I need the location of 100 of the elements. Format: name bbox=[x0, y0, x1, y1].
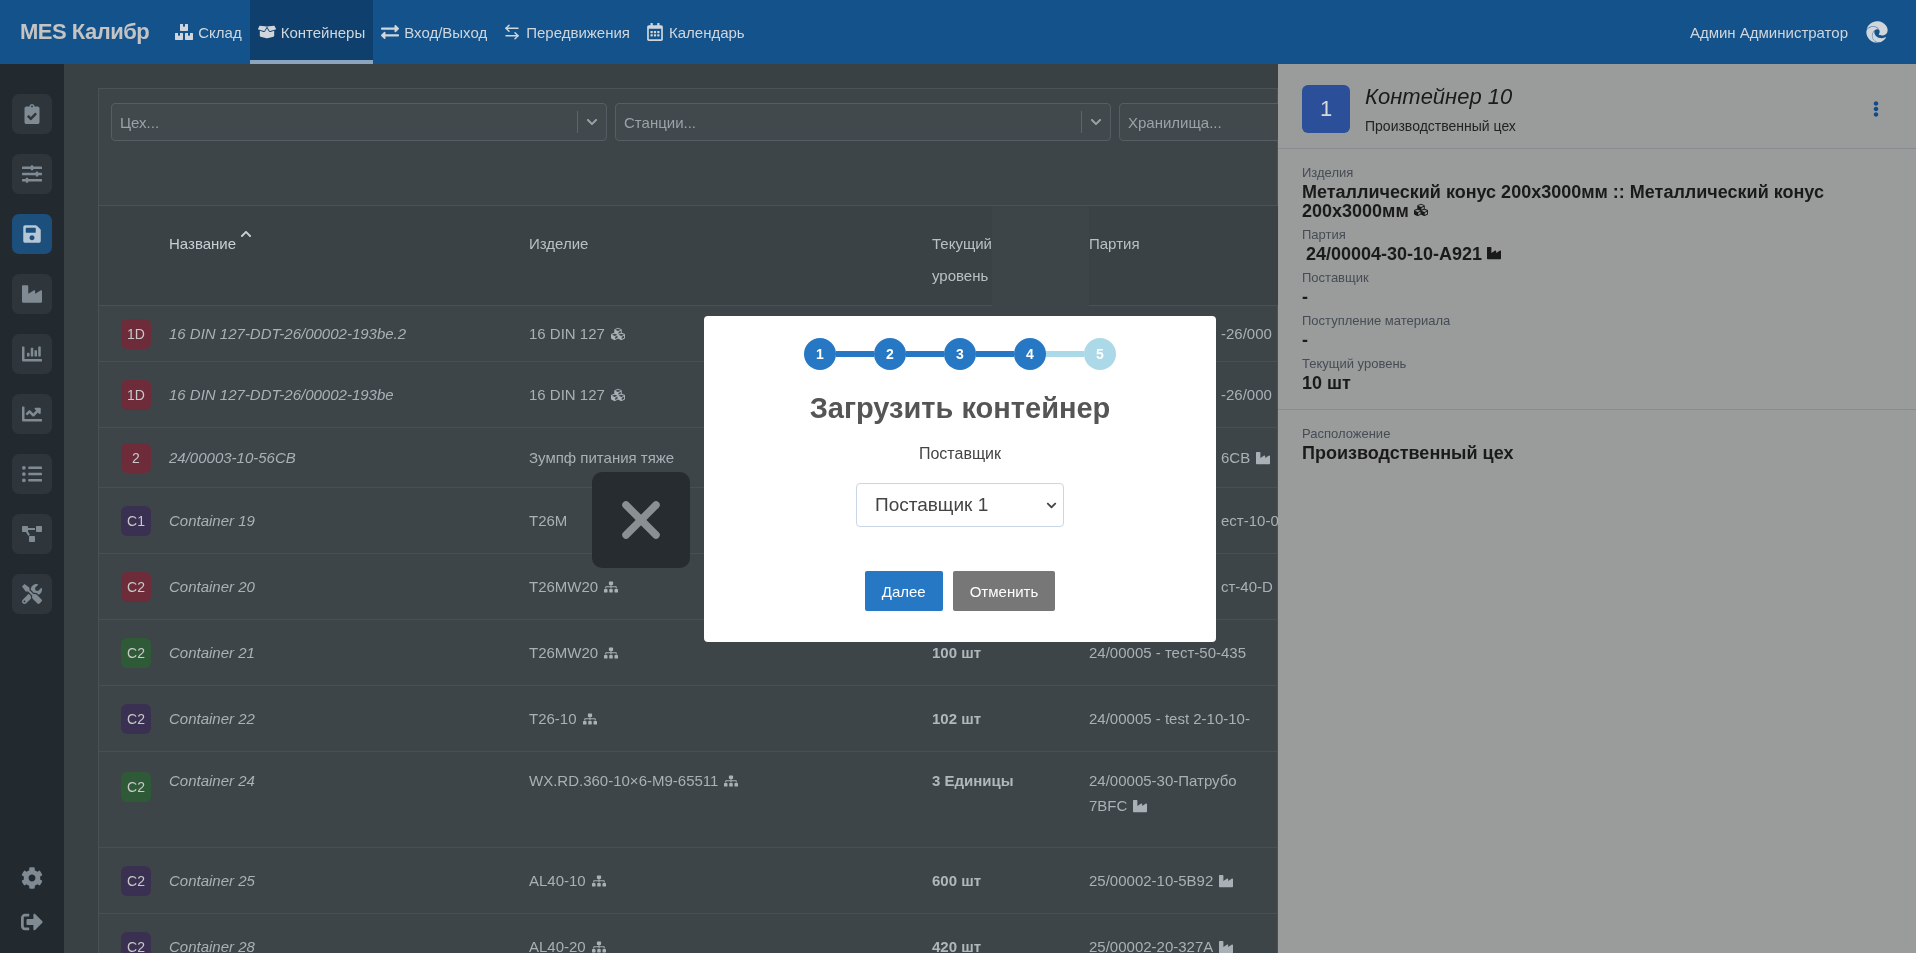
field-label: Изделия bbox=[1302, 165, 1355, 180]
table-cell: 420 шт bbox=[932, 938, 982, 953]
exchange-icon bbox=[381, 23, 400, 41]
field-value: 24/00004-30-10-A921 bbox=[1302, 245, 1892, 264]
table-cell: Container 25 bbox=[169, 872, 255, 889]
table-cell: ест-10-0 bbox=[1221, 512, 1278, 529]
panel-title: Контейнер 10 bbox=[1365, 84, 1514, 110]
placeholder-text: Цех... bbox=[120, 113, 160, 131]
nav-tab[interactable]: Передвижения bbox=[495, 0, 638, 64]
field-label: Поступление материала bbox=[1302, 313, 1452, 328]
table-cell: 6CB bbox=[1221, 449, 1278, 466]
table-cell: 16 DIN 127-DDT-26/00002-193be bbox=[169, 386, 394, 403]
table-cell: 24/00003-10-56CB bbox=[169, 449, 296, 466]
cancel-button[interactable]: Отменить bbox=[952, 571, 1056, 611]
field-value: 10 шт bbox=[1302, 374, 1352, 393]
field-label: Расположение bbox=[1302, 426, 1392, 441]
table-cell: 3 Единицы bbox=[932, 772, 1014, 789]
bar-chart-button[interactable] bbox=[12, 334, 52, 374]
table-cell: Container 24 bbox=[169, 772, 255, 789]
block-icon bbox=[610, 387, 625, 402]
diagram-button[interactable] bbox=[12, 514, 52, 554]
chevron-down-icon bbox=[586, 116, 598, 128]
table-cell: 600 шт bbox=[932, 872, 982, 889]
column-header[interactable]: Партия bbox=[1089, 206, 1278, 306]
calendar-icon bbox=[645, 23, 664, 41]
filter-select[interactable]: Цех... bbox=[111, 103, 607, 141]
table-cell-text: 24/00005 - тест-50-435 bbox=[1089, 644, 1247, 661]
table-cell: 100 шт bbox=[932, 644, 982, 661]
table-cell: Container 21 bbox=[169, 644, 255, 661]
sliders-icon bbox=[22, 164, 42, 184]
modal-title: Загрузить контейнер bbox=[809, 392, 1111, 425]
status-badge: C2 bbox=[121, 703, 151, 734]
field-value: - bbox=[1302, 331, 1309, 350]
logout-icon[interactable] bbox=[21, 911, 43, 933]
block-icon bbox=[1413, 203, 1428, 217]
tools-button[interactable] bbox=[12, 574, 52, 614]
table-cell: 25/00002-20-327A bbox=[1089, 938, 1278, 953]
table-cell: T26MW20 bbox=[529, 644, 619, 661]
nav-tab[interactable]: Склад bbox=[167, 0, 250, 64]
table-cell-text: ст-40-D bbox=[1221, 578, 1274, 595]
filter-select[interactable]: Станции... bbox=[615, 103, 1111, 141]
status-badge: C2 bbox=[121, 931, 151, 953]
table-cell: Зумпф питания тяже bbox=[529, 449, 675, 466]
table-cell: AL40-20 bbox=[529, 938, 606, 953]
table-cell: Container 22 bbox=[169, 710, 255, 727]
list-button[interactable] bbox=[12, 454, 52, 494]
panel-subtitle: Производственный цех bbox=[1365, 118, 1516, 134]
boxes-icon bbox=[604, 645, 619, 660]
diagram-icon bbox=[22, 524, 42, 544]
tools-icon bbox=[22, 584, 42, 604]
table-cell: T26MW20 bbox=[529, 578, 619, 595]
line-chart-icon bbox=[22, 404, 42, 424]
nav-tab[interactable]: Контейнеры bbox=[249, 0, 374, 64]
status-badge: 1D bbox=[121, 379, 151, 410]
field-label: Текущий уровень bbox=[1302, 356, 1408, 371]
factory-button[interactable] bbox=[12, 274, 52, 314]
brand-logo: MES Калибр bbox=[20, 19, 150, 45]
step-indicator: 3 bbox=[944, 338, 976, 370]
status-badge: C2 bbox=[121, 571, 151, 602]
user-name[interactable]: Админ Администратор bbox=[1689, 23, 1848, 41]
field-value: - bbox=[1302, 288, 1309, 307]
table-cell-text: 24/00005 - test 2-10-10- bbox=[1089, 710, 1251, 727]
table-cell: T26M bbox=[529, 512, 568, 529]
placeholder-text: Хранилища... bbox=[1128, 113, 1222, 131]
table-cell: Container 28 bbox=[169, 938, 255, 953]
next-button[interactable]: Далее bbox=[864, 571, 943, 611]
swirl-icon[interactable] bbox=[1866, 21, 1888, 43]
step-indicator: 5 bbox=[1084, 338, 1116, 370]
container-badge: 1 bbox=[1302, 85, 1350, 133]
table-cell: 16 DIN 127 bbox=[529, 325, 625, 342]
step-indicator: 4 bbox=[1014, 338, 1046, 370]
factory-icon bbox=[1487, 246, 1502, 260]
factory-icon bbox=[1219, 873, 1234, 888]
status-badge: 1D bbox=[121, 318, 151, 349]
factory-icon bbox=[1256, 450, 1271, 465]
settings-icon[interactable] bbox=[21, 867, 43, 889]
table-cell: 16 DIN 127-DDT-26/00002-193be.2 bbox=[169, 325, 407, 342]
step-indicator: 2 bbox=[874, 338, 906, 370]
boxes-icon bbox=[591, 873, 606, 888]
nav-tab[interactable]: Календарь bbox=[637, 0, 753, 64]
list-icon bbox=[22, 464, 42, 484]
field-label: Поставщик bbox=[1302, 270, 1370, 285]
close-button[interactable] bbox=[592, 472, 690, 568]
table-cell: WX.RD.360-10×6-M9-65511 bbox=[529, 772, 739, 789]
boxes-icon bbox=[604, 579, 619, 594]
table-cell: AL40-10 bbox=[529, 872, 606, 889]
sliders-button[interactable] bbox=[12, 154, 52, 194]
supplier-select[interactable]: Поставщик 1 bbox=[856, 483, 1064, 527]
line-chart-button[interactable] bbox=[12, 394, 52, 434]
save-button[interactable] bbox=[12, 214, 52, 254]
status-badge: 2 bbox=[121, 442, 151, 473]
chevron-down-icon bbox=[1090, 116, 1102, 128]
table-cell: T26-10 bbox=[529, 710, 597, 727]
clipboard-button[interactable] bbox=[12, 94, 52, 134]
status-badge: C2 bbox=[121, 772, 151, 802]
status-badge: C2 bbox=[121, 637, 151, 668]
filter-select[interactable]: Хранилища... bbox=[1119, 103, 1278, 141]
nav-tab[interactable]: Вход/Выход bbox=[373, 0, 496, 64]
table-cell: 102 шт bbox=[932, 710, 982, 727]
table-cell: Container 20 bbox=[169, 578, 255, 595]
